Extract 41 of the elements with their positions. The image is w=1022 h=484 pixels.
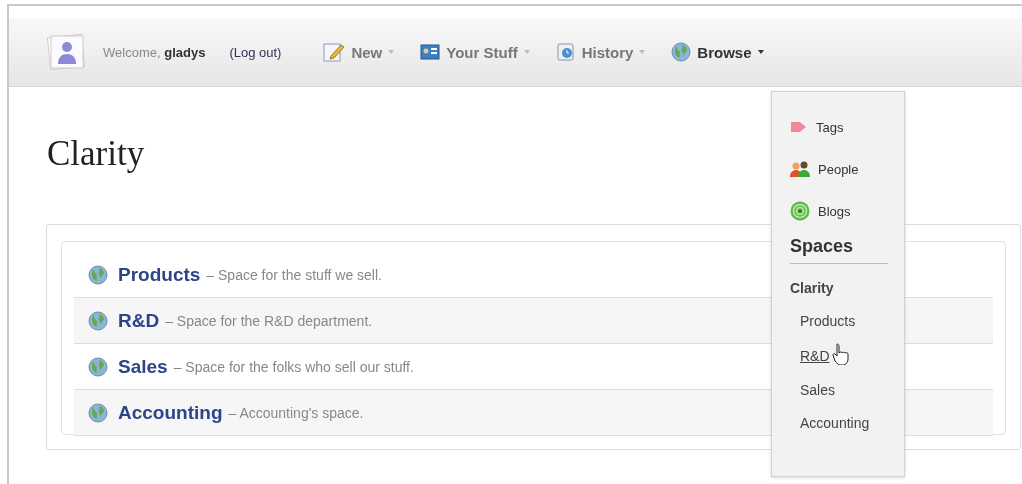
nav-menu-button[interactable]: Browse: [671, 42, 764, 62]
globe-icon: [88, 264, 108, 285]
caret-icon: [523, 49, 530, 55]
nav-menu-button[interactable]: Your Stuff: [420, 43, 530, 61]
caret-icon: [388, 49, 395, 55]
space-link[interactable]: R&D: [118, 309, 160, 332]
welcome-text: Welcome, gladys: [103, 44, 206, 60]
people-icon: [790, 160, 810, 178]
space-link[interactable]: Accounting: [118, 401, 223, 424]
logout-link[interactable]: (Log out): [229, 44, 282, 60]
globe-icon: [88, 310, 108, 331]
feed-icon: [790, 201, 810, 221]
space-link[interactable]: Products: [118, 263, 201, 286]
hand-cursor-icon: [831, 343, 850, 365]
pencil-icon: [323, 42, 346, 62]
menu-heading: Spaces: [790, 236, 888, 264]
space-description: – Space for the folks who sell our stuff.: [173, 358, 414, 375]
avatar-icon: [47, 32, 87, 72]
globe-icon: [88, 402, 108, 423]
nav-menu-button[interactable]: New: [323, 42, 395, 62]
tag-icon: [790, 120, 808, 134]
menu-item[interactable]: Sales: [800, 382, 836, 398]
caret-icon: [639, 49, 646, 55]
space-description: – Space for the R&D department.: [165, 312, 373, 329]
page-title: Clarity: [47, 134, 145, 175]
clock-icon: [555, 42, 576, 62]
menu-item[interactable]: Products: [800, 313, 856, 329]
id-card-icon: [420, 44, 441, 60]
menu-item[interactable]: R&D: [800, 347, 830, 364]
space-link[interactable]: Sales: [118, 355, 168, 378]
menu-item[interactable]: Accounting: [800, 415, 870, 431]
space-description: – Accounting's space.: [228, 404, 364, 421]
menu-item[interactable]: Tags: [790, 106, 888, 148]
globe-icon: [88, 356, 108, 377]
menu-item[interactable]: Clarity: [790, 280, 888, 296]
menu-item[interactable]: Blogs: [790, 190, 888, 232]
menu-item[interactable]: People: [790, 148, 888, 190]
nav-menu-button[interactable]: History: [555, 42, 646, 62]
caret-icon: [757, 49, 764, 55]
space-description: – Space for the stuff we sell.: [206, 266, 382, 283]
globe-icon: [671, 42, 692, 62]
